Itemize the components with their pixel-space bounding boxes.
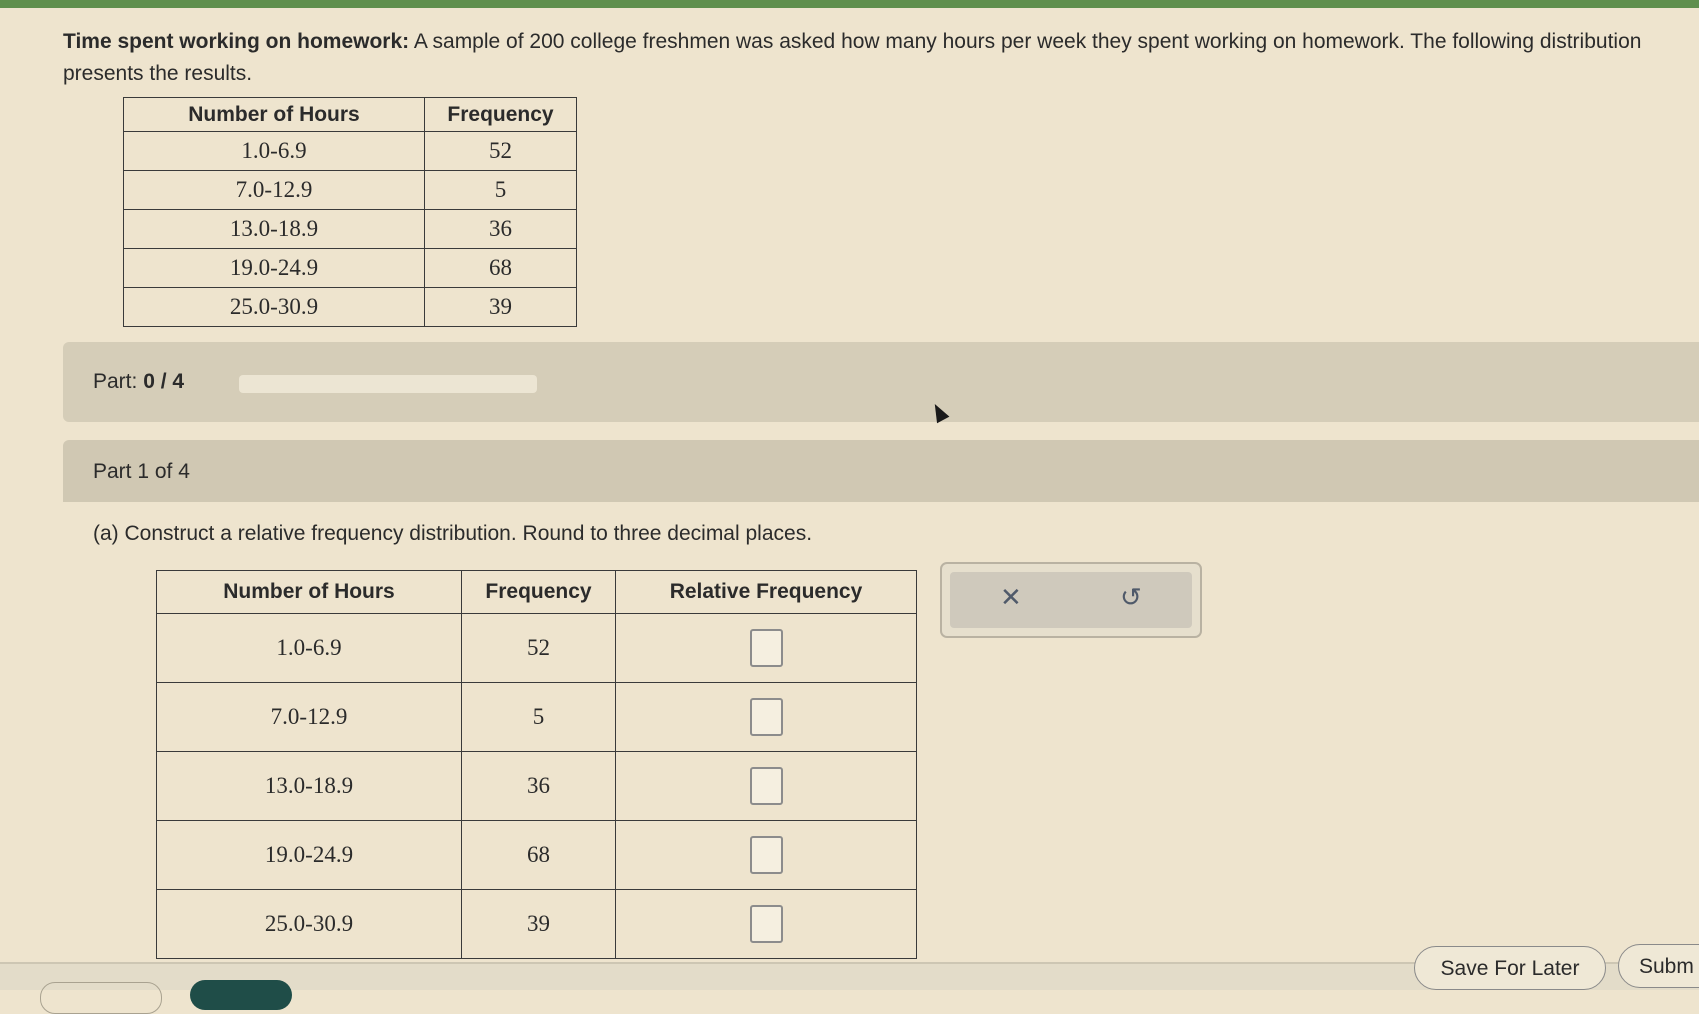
column-header: Frequency bbox=[424, 97, 577, 132]
hours-cell: 19.0-24.9 bbox=[123, 248, 425, 288]
table-row: 25.0-30.9 39 bbox=[156, 889, 917, 959]
top-accent-bar bbox=[0, 0, 1699, 8]
save-for-later-button[interactable]: Save For Later bbox=[1414, 946, 1606, 990]
relative-frequency-cell bbox=[615, 613, 917, 683]
table-row: 7.0-12.9 5 bbox=[123, 170, 577, 210]
problem-statement: Time spent working on homework: A sample… bbox=[63, 26, 1673, 90]
column-header: Number of Hours bbox=[156, 570, 462, 614]
part-progress-value: 0 / 4 bbox=[143, 370, 185, 393]
hours-cell: 7.0-12.9 bbox=[123, 170, 425, 210]
hours-cell: 1.0-6.9 bbox=[123, 131, 425, 171]
table-row: 1.0-6.9 52 bbox=[123, 131, 577, 171]
relative-frequency-cell bbox=[615, 682, 917, 752]
hours-cell: 1.0-6.9 bbox=[156, 613, 462, 683]
relative-frequency-input[interactable] bbox=[749, 767, 783, 805]
relative-frequency-input[interactable] bbox=[749, 698, 783, 736]
answer-tools-inner: ✕ ↺ bbox=[950, 572, 1192, 628]
frequency-cell: 36 bbox=[424, 209, 577, 249]
frequency-cell: 68 bbox=[424, 248, 577, 288]
hours-cell: 25.0-30.9 bbox=[123, 287, 425, 327]
relative-frequency-cell bbox=[615, 751, 917, 821]
problem-title: Time spent working on homework: bbox=[63, 30, 410, 53]
table-row: 19.0-24.9 68 bbox=[156, 820, 917, 890]
column-header: Relative Frequency bbox=[615, 570, 917, 614]
progress-bar bbox=[239, 375, 537, 393]
table-row: 13.0-18.9 36 bbox=[123, 209, 577, 249]
frequency-cell: 52 bbox=[424, 131, 577, 171]
part-title: Part 1 of 4 bbox=[93, 460, 190, 483]
table-row: 25.0-30.9 39 bbox=[123, 287, 577, 327]
column-header: Number of Hours bbox=[123, 97, 425, 132]
table-row: 1.0-6.9 52 bbox=[156, 613, 917, 683]
hours-cell: 7.0-12.9 bbox=[156, 682, 462, 752]
frequency-cell: 52 bbox=[461, 613, 616, 683]
relative-frequency-input[interactable] bbox=[749, 836, 783, 874]
secondary-action-button[interactable] bbox=[40, 982, 162, 1014]
table-row: 7.0-12.9 5 bbox=[156, 682, 917, 752]
hours-cell: 19.0-24.9 bbox=[156, 820, 462, 890]
question-instruction: (a) Construct a relative frequency distr… bbox=[93, 522, 813, 545]
part-header: Part 1 of 4 bbox=[63, 440, 1699, 502]
table-row: 19.0-24.9 68 bbox=[123, 248, 577, 288]
relative-frequency-cell bbox=[615, 889, 917, 959]
frequency-cell: 5 bbox=[461, 682, 616, 752]
part-progress-label: Part: 0 / 4 bbox=[93, 370, 184, 394]
hours-cell: 25.0-30.9 bbox=[156, 889, 462, 959]
relative-frequency-input[interactable] bbox=[749, 905, 783, 943]
close-icon[interactable]: ✕ bbox=[1000, 582, 1022, 613]
submit-button[interactable]: Subm bbox=[1618, 944, 1699, 988]
table-header-row: Number of Hours Frequency Relative Frequ… bbox=[156, 570, 917, 614]
column-header: Frequency bbox=[461, 570, 616, 614]
part-label-text: Part: bbox=[93, 370, 138, 393]
relative-frequency-input[interactable] bbox=[749, 629, 783, 667]
table-row: 13.0-18.9 36 bbox=[156, 751, 917, 821]
relative-frequency-cell bbox=[615, 820, 917, 890]
table-header-row: Number of Hours Frequency bbox=[123, 97, 577, 132]
given-frequency-table: Number of Hours Frequency 1.0-6.9 52 7.0… bbox=[123, 97, 577, 327]
undo-icon[interactable]: ↺ bbox=[1120, 582, 1142, 613]
frequency-cell: 36 bbox=[461, 751, 616, 821]
hours-cell: 13.0-18.9 bbox=[156, 751, 462, 821]
relative-frequency-table: Number of Hours Frequency Relative Frequ… bbox=[156, 570, 917, 959]
hours-cell: 13.0-18.9 bbox=[123, 209, 425, 249]
primary-action-button[interactable] bbox=[190, 980, 292, 1010]
frequency-cell: 39 bbox=[424, 287, 577, 327]
answer-tools-panel: ✕ ↺ bbox=[940, 562, 1202, 638]
frequency-cell: 68 bbox=[461, 820, 616, 890]
frequency-cell: 5 bbox=[424, 170, 577, 210]
frequency-cell: 39 bbox=[461, 889, 616, 959]
part-progress-band: Part: 0 / 4 bbox=[63, 342, 1699, 422]
